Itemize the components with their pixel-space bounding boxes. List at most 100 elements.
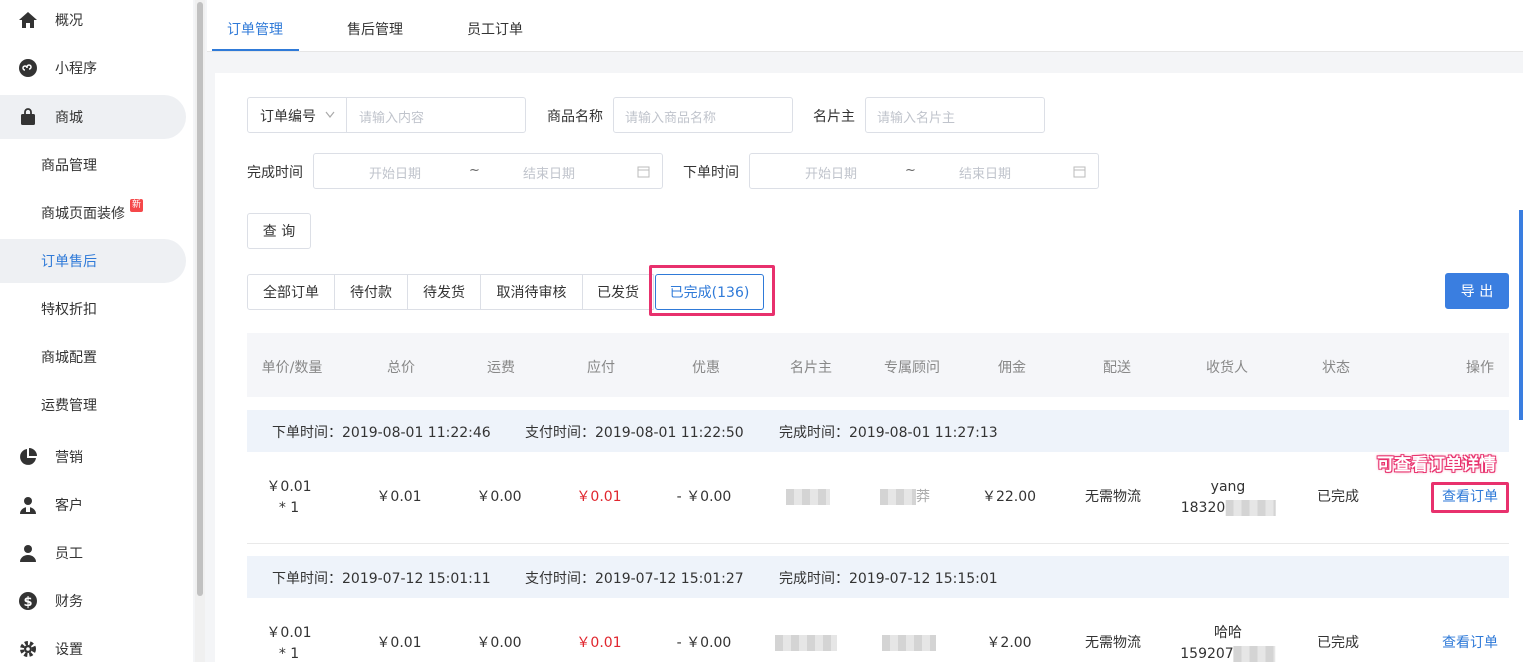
status-tab-pending-shipment[interactable]: 待发货	[407, 274, 481, 310]
table-row: ￥0.01 * 1 ￥0.01 ￥0.00 ￥0.01 - ￥0.00 莽 ￥2…	[247, 452, 1509, 544]
card-owner-input[interactable]: 请输入名片主	[865, 97, 1045, 133]
start-date-input[interactable]: 开始日期	[805, 163, 857, 182]
complete-time: 完成时间：2019-07-12 15:15:01	[779, 571, 998, 587]
receiver: yang 18320	[1181, 477, 1276, 519]
order-search-input[interactable]: 请输入内容	[359, 107, 424, 126]
sidebar-subitem-privilege-discount[interactable]: 特权折扣	[0, 287, 186, 331]
sidebar-item-label: 小程序	[55, 61, 97, 77]
status-tab-cancel-review[interactable]: 取消待审核	[480, 274, 583, 310]
sidebar-item-miniprogram[interactable]: 小程序	[0, 46, 186, 90]
start-date-input[interactable]: 开始日期	[369, 163, 421, 182]
pay-time: 支付时间：2019-07-12 15:01:27	[525, 571, 744, 587]
sidebar-item-employees[interactable]: 员工	[0, 531, 186, 575]
complete-time-range[interactable]: 开始日期 ~ 结束日期	[313, 153, 663, 189]
product-name-input[interactable]: 请输入商品名称	[613, 97, 793, 133]
commission: ￥2.00	[986, 635, 1032, 651]
advisor-suffix: 莽	[916, 489, 930, 505]
unit-price: ￥0.01	[266, 625, 312, 641]
calendar-icon	[1073, 166, 1086, 178]
sidebar-subitem-shipping-fee[interactable]: 运费管理	[0, 383, 186, 427]
export-button[interactable]: 导 出	[1445, 273, 1509, 309]
receiver-phone-cell: 159207	[1180, 644, 1276, 662]
view-order-highlight	[1431, 482, 1509, 513]
sidebar-subitem-orders[interactable]: 订单售后	[0, 239, 186, 283]
pay-time: 支付时间：2019-08-01 11:22:50	[525, 425, 744, 441]
sidebar-item-label: 员工	[55, 546, 83, 562]
column-header: 优惠	[692, 360, 720, 376]
order-time: 下单时间：2019-07-12 15:01:11	[272, 571, 491, 587]
shopping-bag-icon	[21, 108, 35, 125]
annotation-label: 可查看订单详情	[1377, 455, 1496, 475]
sidebar-scrollbar[interactable]	[195, 0, 205, 662]
end-date-input[interactable]: 结束日期	[959, 163, 1011, 182]
sidebar-subitem-label: 特权折扣	[41, 302, 97, 318]
customers-icon	[20, 497, 36, 514]
home-icon	[19, 12, 37, 28]
query-button[interactable]: 查 询	[247, 213, 311, 249]
receiver: 哈哈 159207	[1180, 623, 1276, 662]
order-time-label: 下单时间	[683, 165, 739, 181]
sidebar-subitem-label: 商品管理	[41, 158, 97, 174]
column-header: 应付	[587, 360, 615, 376]
delivery-method: 无需物流	[1085, 635, 1141, 651]
sidebar-item-label: 设置	[55, 642, 83, 658]
receiver-phone-cell: 18320	[1181, 498, 1276, 519]
phone-redacted	[1233, 646, 1276, 662]
sidebar-item-customers[interactable]: 客户	[0, 483, 186, 527]
sidebar-item-settings[interactable]: 设置	[0, 627, 186, 662]
order-field-select[interactable]: 订单编号	[248, 98, 347, 132]
sidebar-item-overview[interactable]: 概况	[0, 0, 186, 42]
order-meta-row: 下单时间：2019-08-01 11:22:46 支付时间：2019-08-01…	[247, 410, 1509, 452]
page-scroll-indicator[interactable]	[1519, 210, 1523, 420]
view-order-link[interactable]: 查看订单	[1442, 633, 1498, 654]
completed-tab-highlight	[649, 265, 775, 316]
column-header: 单价/数量	[261, 360, 323, 376]
tab-order-management[interactable]: 订单管理	[227, 0, 283, 52]
advisor-redacted	[880, 489, 916, 505]
advisor-redacted	[882, 635, 936, 651]
sidebar-item-shop[interactable]: 商城	[0, 95, 186, 139]
status-tab-pending-payment[interactable]: 待付款	[334, 274, 408, 310]
order-field-select-value: 订单编号	[260, 109, 316, 125]
total-price: ￥0.01	[376, 489, 422, 505]
receiver-phone: 18320	[1180, 500, 1226, 516]
svg-text:$: $	[23, 595, 32, 610]
sidebar-item-label: 概况	[55, 13, 83, 29]
quantity: * 1	[278, 646, 300, 662]
sidebar-subitem-page-decoration[interactable]: 商城页面装修 新	[0, 191, 186, 235]
column-header: 专属顾问	[884, 360, 940, 376]
card-owner-placeholder: 请输入名片主	[877, 111, 956, 126]
discount-amount: - ￥0.00	[676, 635, 732, 651]
product-name-label: 商品名称	[547, 109, 603, 125]
chevron-down-icon	[325, 111, 335, 118]
tab-after-sales[interactable]: 售后管理	[347, 0, 403, 52]
quantity: * 1	[278, 500, 300, 516]
tab-employee-orders[interactable]: 员工订单	[467, 0, 523, 52]
sidebar-item-marketing[interactable]: 营销	[0, 435, 186, 479]
range-separator: ~	[905, 163, 916, 178]
column-header: 佣金	[998, 360, 1026, 376]
status-tab-shipped[interactable]: 已发货	[582, 274, 654, 310]
sidebar-item-label: 营销	[55, 450, 83, 466]
sidebar-item-finance[interactable]: $ 财务	[0, 579, 186, 623]
top-tabs: 订单管理 售后管理 员工订单	[207, 0, 1523, 52]
unit-price-qty: ￥0.01 * 1	[266, 477, 311, 519]
complete-time: 完成时间：2019-08-01 11:27:13	[779, 425, 998, 441]
employee-icon	[20, 545, 36, 562]
sidebar-item-label: 财务	[55, 594, 83, 610]
sidebar-subitem-label: 商城页面装修	[41, 206, 125, 222]
shipping-fee: ￥0.00	[476, 635, 522, 651]
order-search-group: 订单编号 请输入内容	[247, 97, 526, 133]
end-date-input[interactable]: 结束日期	[523, 163, 575, 182]
table-row: ￥0.01 * 1 ￥0.01 ￥0.00 ￥0.01 - ￥0.00 ￥2.0…	[247, 598, 1509, 662]
column-header: 名片主	[790, 360, 832, 376]
complete-time-label: 完成时间	[247, 165, 303, 181]
table-header: 单价/数量 总价 运费 应付 优惠 名片主 专属顾问 佣金 配送 收货人 状态 …	[247, 333, 1509, 397]
order-time-range[interactable]: 开始日期 ~ 结束日期	[749, 153, 1099, 189]
sidebar-subitem-shop-config[interactable]: 商城配置	[0, 335, 186, 379]
sidebar-subitem-label: 订单售后	[41, 254, 97, 270]
payable-amount: ￥0.01	[576, 635, 622, 651]
sidebar-subitem-products[interactable]: 商品管理	[0, 143, 186, 187]
status-tab-all[interactable]: 全部订单	[247, 274, 335, 310]
sidebar-scroll-thumb[interactable]	[197, 2, 203, 596]
